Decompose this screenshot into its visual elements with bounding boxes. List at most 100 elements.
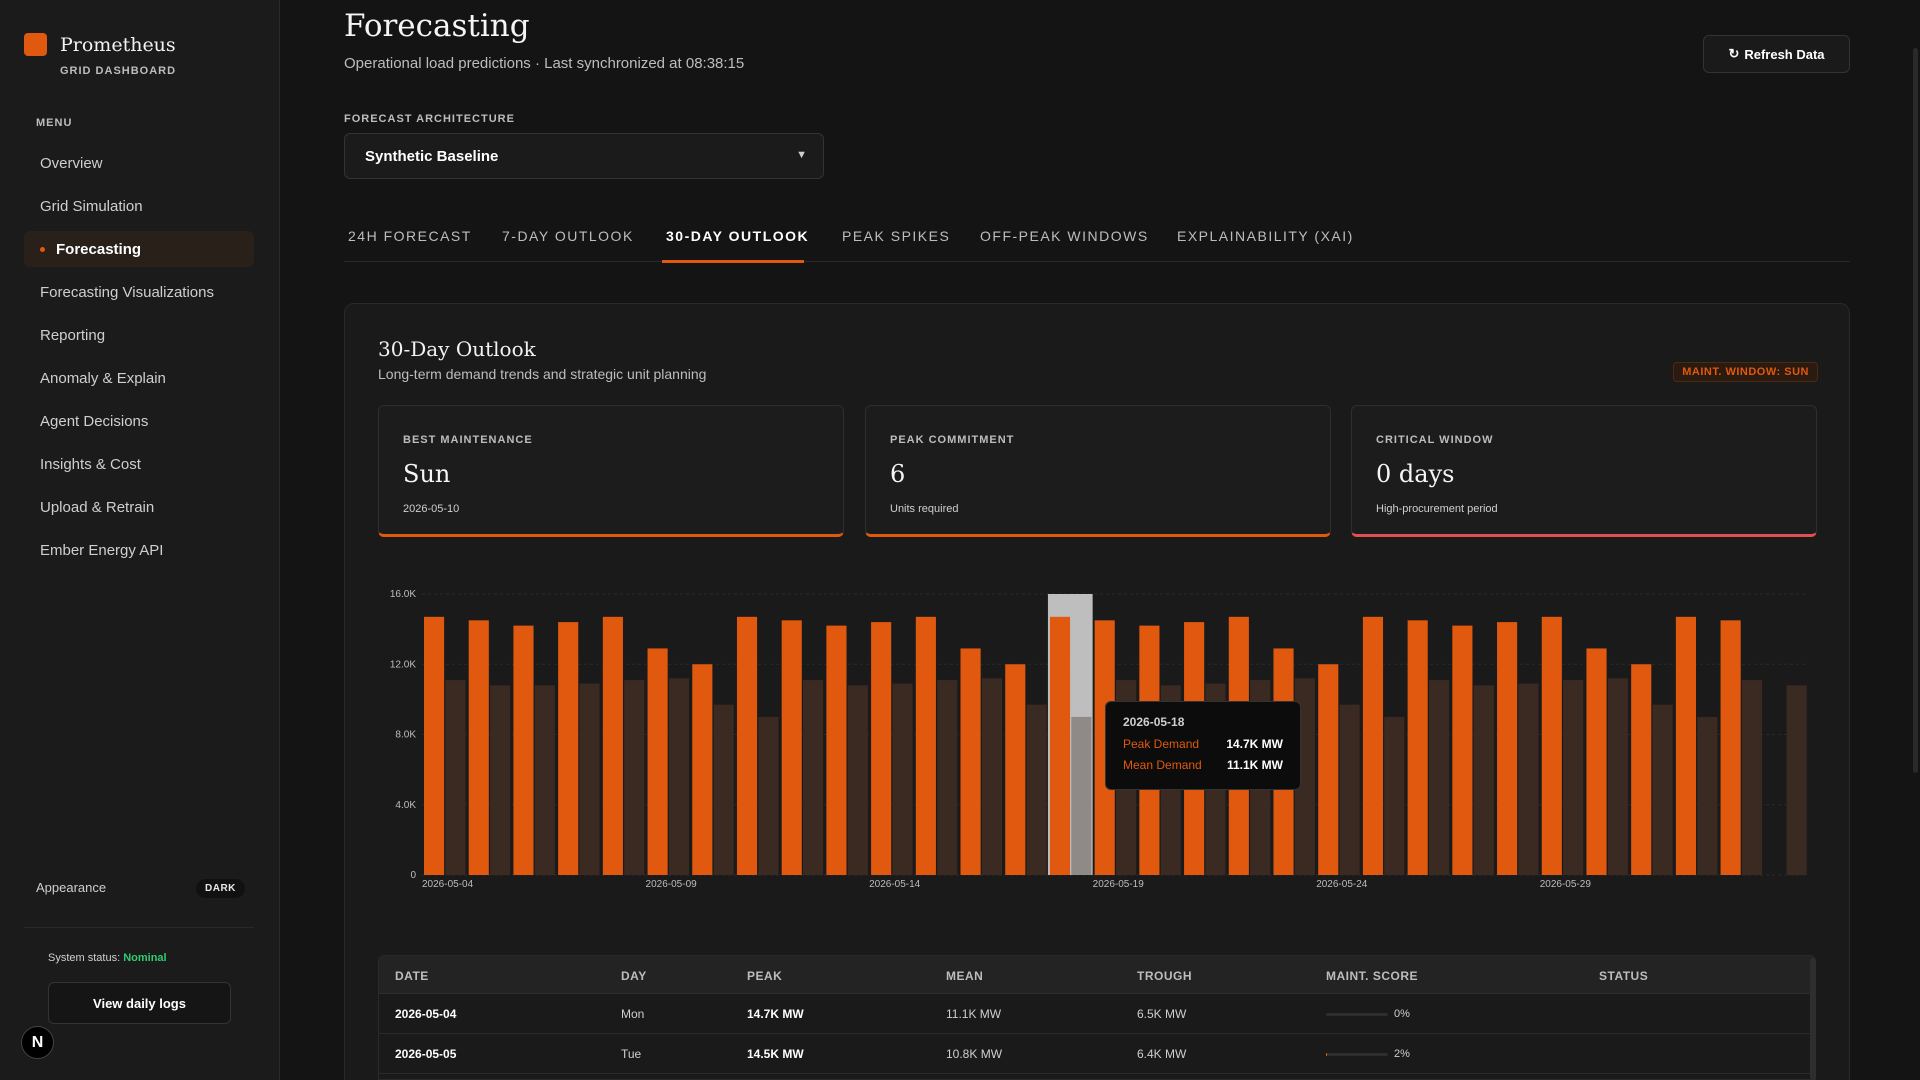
mean-bar xyxy=(1607,678,1628,875)
sidebar-item-label: Ember Energy API xyxy=(40,541,164,559)
x-tick-label: 2026-05-19 xyxy=(1093,879,1145,890)
peak-bar xyxy=(1586,648,1607,875)
column-header-date[interactable]: DATE xyxy=(395,969,429,983)
peak-bar xyxy=(781,620,802,875)
peak-bar xyxy=(1407,620,1428,875)
view-daily-logs-button[interactable]: View daily logs xyxy=(48,982,231,1024)
mean-bar xyxy=(713,704,734,875)
sidebar-item-anomaly-explain[interactable]: Anomaly & Explain xyxy=(24,360,254,396)
peak-bar xyxy=(1049,616,1071,875)
y-tick-label: 16.0K xyxy=(390,589,416,600)
mean-bar xyxy=(1741,680,1763,875)
sidebar-item-upload-retrain[interactable]: Upload & Retrain xyxy=(24,489,254,525)
column-header-peak[interactable]: PEAK xyxy=(747,969,782,983)
column-header-status[interactable]: STATUS xyxy=(1599,969,1648,983)
mean-bar xyxy=(1071,716,1092,875)
tab-off-peak-windows[interactable]: OFF-PEAK WINDOWS xyxy=(980,228,1149,244)
mean-bar xyxy=(579,683,600,875)
cell-maint-score: 2% xyxy=(1394,1048,1410,1060)
y-tick-label: 12.0K xyxy=(390,659,416,670)
refresh-data-button[interactable]: ↻ Refresh Data xyxy=(1703,35,1850,73)
sidebar-item-label: Forecasting Visualizations xyxy=(40,283,214,301)
cell-day: Tue xyxy=(621,1047,642,1061)
menu-label: MENU xyxy=(36,117,73,129)
brand-logo-icon xyxy=(24,33,47,56)
sidebar-item-overview[interactable]: Overview xyxy=(24,145,254,181)
y-tick-label: 8.0K xyxy=(395,730,416,741)
mean-bar xyxy=(1563,680,1584,875)
peak-bar xyxy=(960,648,981,875)
sidebar-item-label: Forecasting xyxy=(56,240,142,258)
active-tab-indicator xyxy=(662,260,804,263)
sidebar-item-forecasting-visualizations[interactable]: Forecasting Visualizations xyxy=(24,274,254,310)
critical-window-card: CRITICAL WINDOW 0 days High-procurement … xyxy=(1351,405,1817,537)
mean-bar xyxy=(1428,680,1450,875)
tab-24h-forecast[interactable]: 24H FORECAST xyxy=(348,228,472,244)
sidebar-item-label: Upload & Retrain xyxy=(40,498,155,516)
maint-score-fill xyxy=(1326,1053,1328,1056)
column-header-trough[interactable]: TROUGH xyxy=(1137,969,1192,983)
sidebar-item-grid-simulation[interactable]: Grid Simulation xyxy=(24,188,254,224)
x-tick-label: 2026-05-09 xyxy=(646,879,698,890)
cell-mean: 10.8K MW xyxy=(946,1047,1003,1061)
peak-bar xyxy=(558,622,579,875)
mean-bar xyxy=(668,678,690,875)
tooltip-mean-value: 11.1K MW xyxy=(1226,758,1283,772)
peak-bar xyxy=(1497,622,1518,875)
brand-subtitle: GRID DASHBOARD xyxy=(60,65,177,77)
brand[interactable]: Prometheus xyxy=(24,33,176,56)
column-header-mean[interactable]: MEAN xyxy=(946,969,983,983)
cell-trough: 6.4K MW xyxy=(1137,1047,1187,1061)
sidebar-item-label: Overview xyxy=(40,154,103,172)
tab-peak-spikes[interactable]: PEAK SPIKES xyxy=(842,228,950,244)
refresh-icon: ↻ xyxy=(1728,46,1740,61)
card-label: BEST MAINTENANCE xyxy=(403,434,533,446)
sidebar-item-agent-decisions[interactable]: Agent Decisions xyxy=(24,403,254,439)
tooltip-date: 2026-05-18 xyxy=(1123,715,1185,729)
appearance-label: Appearance xyxy=(36,880,107,895)
sidebar-item-insights-cost[interactable]: Insights & Cost xyxy=(24,446,254,482)
peak-bar xyxy=(871,622,892,875)
page-scrollbar[interactable] xyxy=(1913,48,1918,773)
architecture-label: FORECAST ARCHITECTURE xyxy=(344,113,515,125)
column-header-day[interactable]: DAY xyxy=(621,969,647,983)
peak-bar xyxy=(915,616,936,875)
chart-tooltip: 2026-05-18 Peak Demand 14.7K MW Mean Dem… xyxy=(1105,701,1301,790)
sidebar-item-forecasting[interactable]: Forecasting xyxy=(24,231,254,267)
sidebar-item-label: Insights & Cost xyxy=(40,455,141,473)
tab-30-day-outlook[interactable]: 30-DAY OUTLOOK xyxy=(666,228,809,244)
card-note: 2026-05-10 xyxy=(403,503,460,515)
tab-7-day-outlook[interactable]: 7-DAY OUTLOOK xyxy=(502,228,634,244)
mean-bar xyxy=(1652,704,1673,875)
y-tick-label: 0 xyxy=(410,870,416,881)
sidebar-item-label: Agent Decisions xyxy=(40,412,149,430)
column-header-maint-score[interactable]: MAINT. SCORE xyxy=(1326,969,1418,983)
appearance-toggle[interactable]: DARK xyxy=(196,879,245,898)
maint-score-bar xyxy=(1326,1053,1388,1056)
peak-bar xyxy=(1362,616,1384,875)
user-avatar[interactable]: N xyxy=(21,1026,54,1059)
card-note: High-procurement period xyxy=(1376,503,1498,515)
card-value: Sun xyxy=(403,460,451,488)
forecast-tabs: 24H FORECAST 7-DAY OUTLOOK 30-DAY OUTLOO… xyxy=(344,212,1850,263)
sidebar-item-label: Reporting xyxy=(40,326,106,344)
table-row[interactable]: 2026-05-05 Tue 14.5K MW 10.8K MW 6.4K MW… xyxy=(379,1034,1815,1074)
tooltip-mean-label: Mean Demand xyxy=(1123,758,1202,772)
sidebar-item-ember-energy-api[interactable]: Ember Energy API xyxy=(24,532,254,568)
cell-mean: 11.1K MW xyxy=(946,1007,1002,1021)
page-title: Forecasting xyxy=(344,8,530,44)
mean-bar xyxy=(892,683,913,875)
demand-bar-chart[interactable]: 0 4.0K 8.0K 12.0K 16.0K 2026-05-04 2026-05-09 2… xyxy=(380,583,1820,893)
peak-bar xyxy=(513,625,534,875)
table-header: DATE DAY PEAK MEAN TROUGH MAINT. SCORE S… xyxy=(379,956,1815,994)
tab-explainability[interactable]: EXPLAINABILITY (XAI) xyxy=(1177,228,1354,244)
card-value: 0 days xyxy=(1376,460,1455,488)
refresh-data-label: Refresh Data xyxy=(1744,46,1825,62)
sidebar-item-reporting[interactable]: Reporting xyxy=(24,317,254,353)
cell-trough: 6.5K MW xyxy=(1137,1007,1187,1021)
table-scrollbar[interactable] xyxy=(1810,958,1816,1080)
table-row[interactable]: 2026-05-04 Mon 14.7K MW 11.1K MW 6.5K MW… xyxy=(379,994,1815,1034)
mean-bar xyxy=(490,685,511,875)
architecture-select[interactable]: Synthetic Baseline ▼ xyxy=(344,133,824,179)
x-tick-label: 2026-05-24 xyxy=(1316,879,1368,890)
